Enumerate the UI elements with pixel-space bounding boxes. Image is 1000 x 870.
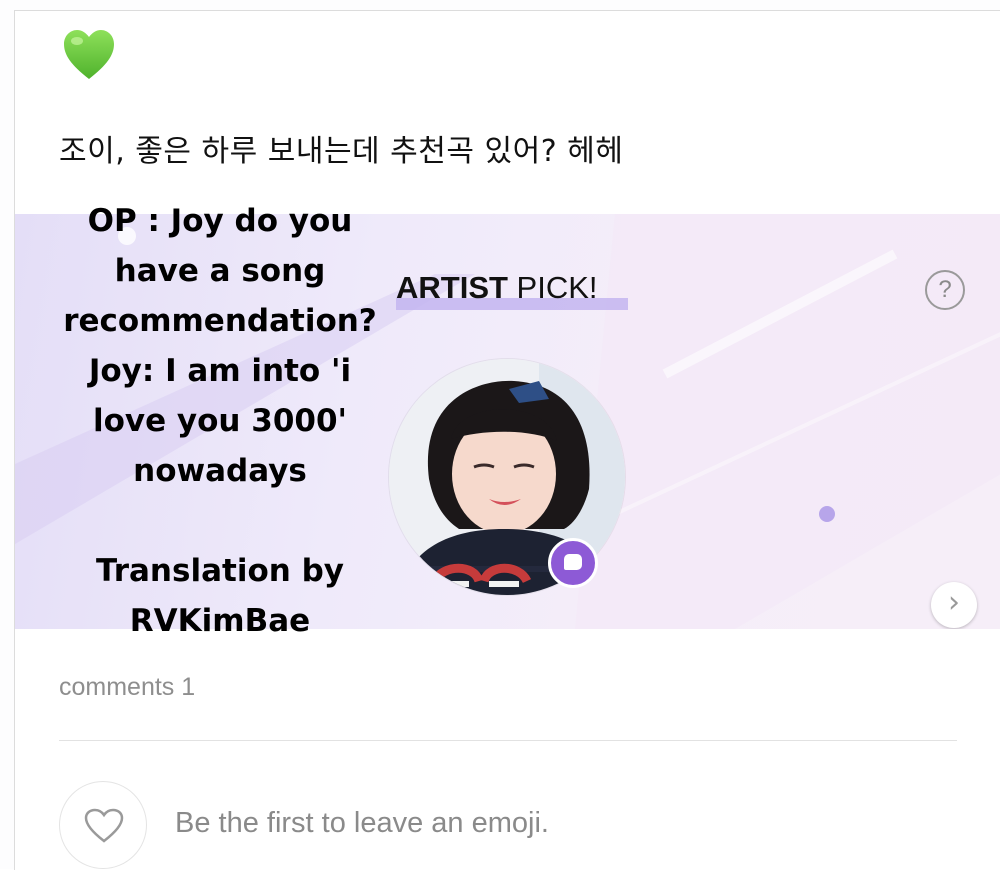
translation-caption: OP : Joy do you have a song recommendati…	[25, 196, 415, 646]
emoji-reaction-button[interactable]	[59, 781, 147, 869]
heart-outline-icon	[84, 808, 124, 843]
screen: 조이, 좋은 하루 보내는데 추천곡 있어? 헤헤 ARTIST PICK! ?	[0, 0, 1000, 870]
credit-line: Translation by	[95, 553, 344, 589]
post-card: 조이, 좋은 하루 보내는데 추천곡 있어? 헤헤 ARTIST PICK! ?	[14, 10, 1000, 870]
emoji-prompt-text: Be the first to leave an emoji.	[175, 807, 549, 839]
help-button[interactable]: ?	[925, 270, 965, 310]
chat-bubble-icon[interactable]	[548, 538, 598, 588]
credit-line: RVKimBae	[129, 603, 311, 639]
post-text: 조이, 좋은 하루 보내는데 추천곡 있어? 헤헤	[59, 134, 624, 169]
caption-line: OP : Joy do you	[87, 203, 353, 239]
comments-count[interactable]: comments 1	[59, 673, 195, 702]
caption-line: nowadays	[133, 453, 307, 489]
caption-line: recommendation?	[63, 303, 377, 339]
caption-line: have a song	[114, 253, 326, 289]
caption-line: Joy: I am into 'i	[88, 353, 352, 389]
divider	[59, 740, 957, 741]
artist-pick-rest: PICK!	[507, 270, 598, 305]
artist-pick-title: ARTIST PICK!	[396, 270, 628, 310]
caption-line: love you 3000'	[92, 403, 348, 439]
green-heart-icon	[64, 30, 114, 79]
next-arrow-button[interactable]: ›	[931, 582, 977, 628]
